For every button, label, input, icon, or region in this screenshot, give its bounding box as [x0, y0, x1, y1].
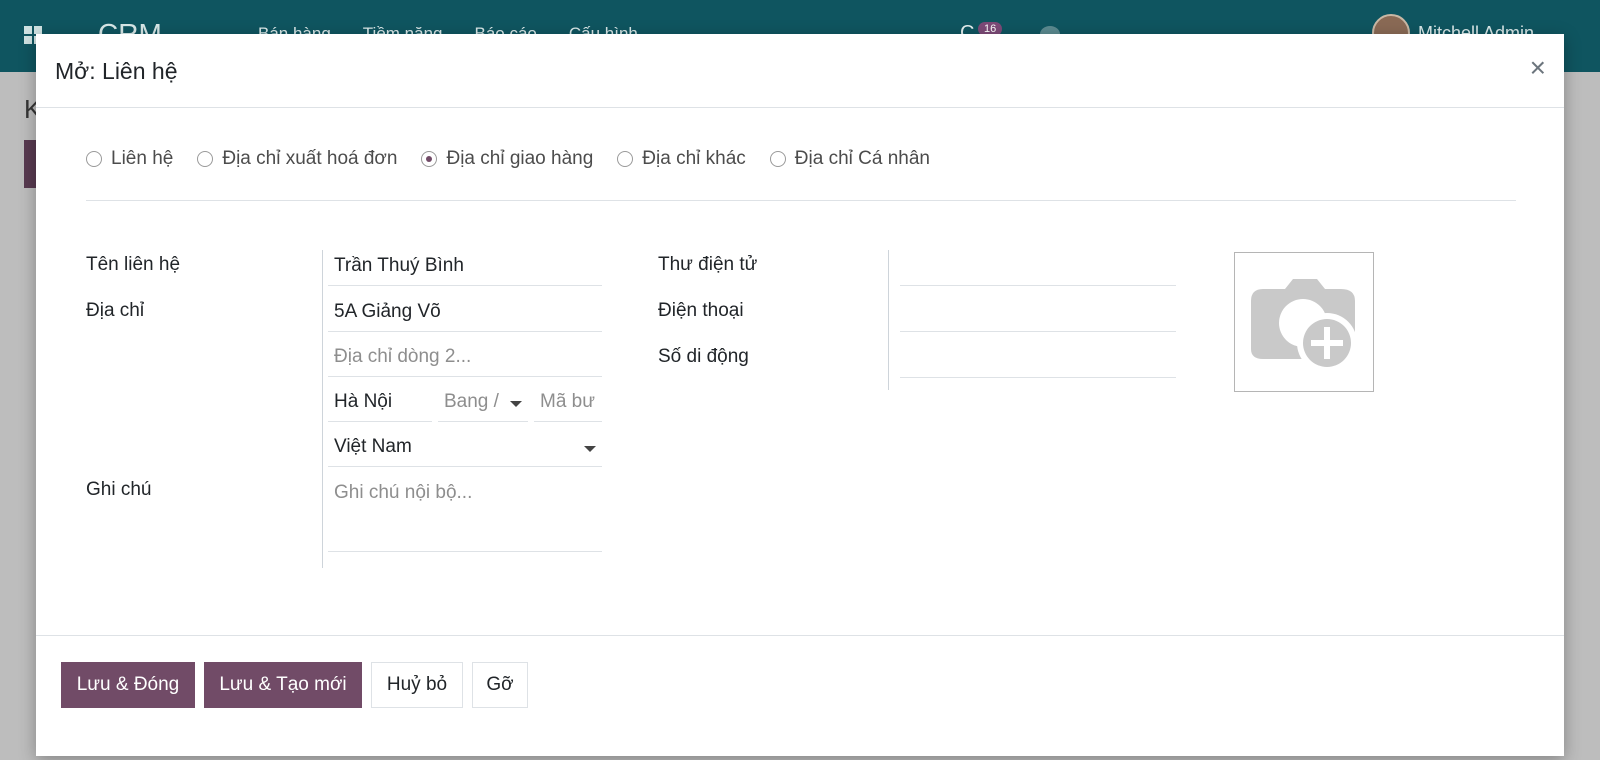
discard-button[interactable]: Gỡ [472, 662, 528, 708]
radio-circle-checked[interactable] [421, 151, 438, 167]
phone-input[interactable] [900, 296, 1176, 332]
chevron-down-icon[interactable] [510, 401, 522, 407]
camera-plus-icon [1251, 279, 1357, 373]
email-input[interactable] [900, 250, 1176, 286]
radio-circle[interactable] [617, 151, 634, 167]
dialog-title: Mở: Liên hệ [55, 58, 178, 84]
label-email: Thư điện tử [658, 254, 758, 275]
city-input[interactable]: Hà Nội [328, 386, 432, 422]
country-select[interactable]: Việt Nam [328, 431, 602, 467]
label-address: Địa chỉ [86, 300, 145, 321]
radio-contact[interactable]: Liên hệ [86, 148, 173, 170]
street2-input[interactable]: Địa chỉ dòng 2... [328, 341, 602, 377]
label-mobile: Số di động [658, 346, 749, 367]
radio-circle[interactable] [769, 151, 786, 167]
radio-label: Địa chỉ xuất hoá đơn [222, 148, 398, 169]
cancel-button[interactable]: Huỷ bỏ [371, 662, 463, 708]
column-divider [888, 250, 889, 390]
street-input[interactable]: 5A Giảng Võ [328, 296, 602, 332]
mobile-input[interactable] [900, 342, 1176, 378]
radio-other-address[interactable]: Địa chỉ khác [617, 148, 746, 170]
label-contact-name: Tên liên hệ [86, 254, 181, 275]
radio-label: Liên hệ [111, 148, 174, 169]
radio-label: Địa chỉ giao hàng [446, 148, 594, 169]
radio-label: Địa chỉ khác [642, 148, 746, 169]
radio-invoice-address[interactable]: Địa chỉ xuất hoá đơn [197, 148, 397, 170]
image-upload[interactable] [1234, 252, 1374, 392]
dialog-header: Mở: Liên hệ × [36, 34, 1564, 108]
radio-circle[interactable] [86, 151, 102, 167]
radio-delivery-address[interactable]: Địa chỉ giao hàng [421, 148, 593, 170]
contact-dialog: Mở: Liên hệ × Liên hệ Địa chỉ xuất hoá đ… [36, 34, 1564, 756]
chevron-down-icon[interactable] [584, 446, 596, 452]
column-divider [322, 250, 323, 568]
label-notes: Ghi chú [86, 479, 152, 500]
address-type-radios: Liên hệ Địa chỉ xuất hoá đơn Địa chỉ gia… [86, 148, 930, 170]
save-new-button[interactable]: Lưu & Tạo mới [204, 662, 362, 708]
country-value: Việt Nam [334, 436, 412, 457]
save-close-button[interactable]: Lưu & Đóng [61, 662, 195, 708]
dialog-footer: Lưu & Đóng Lưu & Tạo mới Huỷ bỏ Gỡ [36, 635, 1564, 756]
state-placeholder: Bang / [444, 391, 499, 412]
label-phone: Điện thoại [658, 300, 744, 321]
radio-label: Địa chỉ Cá nhân [794, 148, 930, 169]
zip-input[interactable]: Mã bư [534, 386, 602, 422]
notes-textarea[interactable]: Ghi chú nội bộ... [328, 476, 602, 552]
close-icon[interactable]: × [1530, 52, 1546, 84]
divider [86, 200, 1516, 201]
contact-name-input[interactable]: Trần Thuý Bình [328, 250, 602, 286]
radio-circle[interactable] [197, 151, 214, 167]
radio-private-address[interactable]: Địa chỉ Cá nhân [769, 148, 930, 170]
